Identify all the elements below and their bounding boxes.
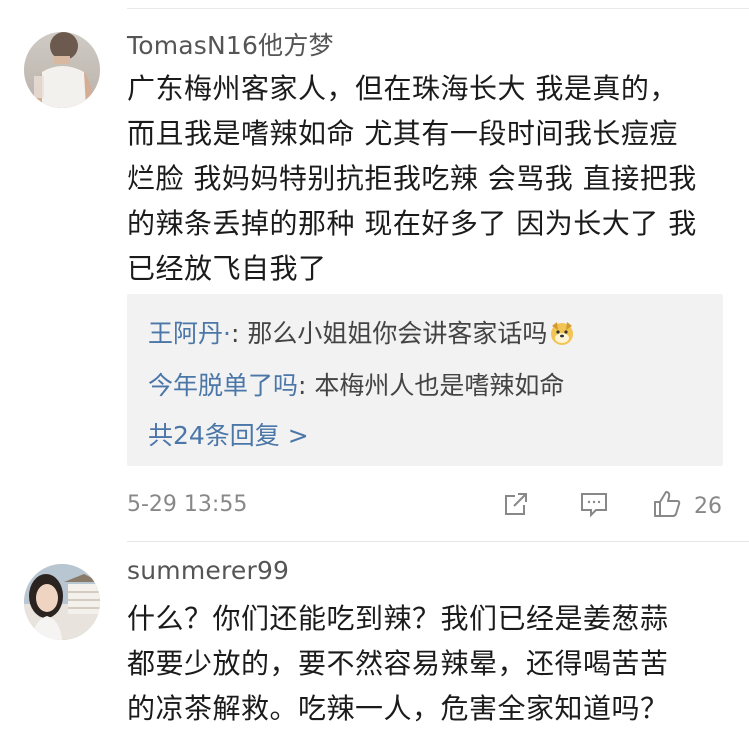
- share-icon: [502, 490, 530, 522]
- like-count: 26: [694, 493, 722, 519]
- comment-time: 5-29 13:55: [127, 492, 248, 517]
- reply-button[interactable]: [579, 486, 609, 526]
- reply-box[interactable]: 王阿丹·: 那么小姐姐你会讲客家话吗 今年脱单了吗: 本梅州人也是嗜辣如命 共2…: [127, 294, 723, 466]
- like-button[interactable]: 26: [652, 486, 722, 526]
- comment-icon: [579, 490, 609, 522]
- thumbs-up-icon: [652, 489, 682, 523]
- comment-meta: 5-29 13:55 26: [127, 486, 749, 526]
- reply-item[interactable]: 今年脱单了吗: 本梅州人也是嗜辣如命: [148, 366, 564, 402]
- share-button[interactable]: [502, 486, 530, 526]
- more-replies-link[interactable]: 共24条回复 >: [148, 416, 309, 452]
- dog-face-emoji-icon: [549, 320, 575, 346]
- comment-item: summerer99 什么？你们还能吃到辣？我们已经是姜葱蒜 都要少放的，要不然…: [0, 542, 749, 740]
- comment-username[interactable]: TomasN16他方梦: [127, 26, 334, 62]
- reply-item[interactable]: 王阿丹·: 那么小姐姐你会讲客家话吗: [148, 314, 575, 350]
- comment-username[interactable]: summerer99: [127, 556, 289, 585]
- comment-item: TomasN16他方梦 广东梅州客家人，但在珠海长大 我是真的， 而且我是嗜辣如…: [0, 0, 749, 541]
- reply-text: : 本梅州人也是嗜辣如命: [298, 371, 565, 400]
- reply-author[interactable]: 王阿丹·: [148, 319, 231, 348]
- comment-text: 什么？你们还能吃到辣？我们已经是姜葱蒜 都要少放的，要不然容易辣晕，还得喝苦苦 …: [127, 602, 669, 725]
- reply-text: : 那么小姐姐你会讲客家话吗: [230, 319, 548, 348]
- avatar[interactable]: [24, 564, 100, 640]
- reply-author[interactable]: 今年脱单了吗: [148, 371, 298, 400]
- comment-text: 广东梅州客家人，但在珠海长大 我是真的， 而且我是嗜辣如命 尤其有一段时间我长痘…: [127, 72, 697, 285]
- avatar[interactable]: [24, 32, 100, 108]
